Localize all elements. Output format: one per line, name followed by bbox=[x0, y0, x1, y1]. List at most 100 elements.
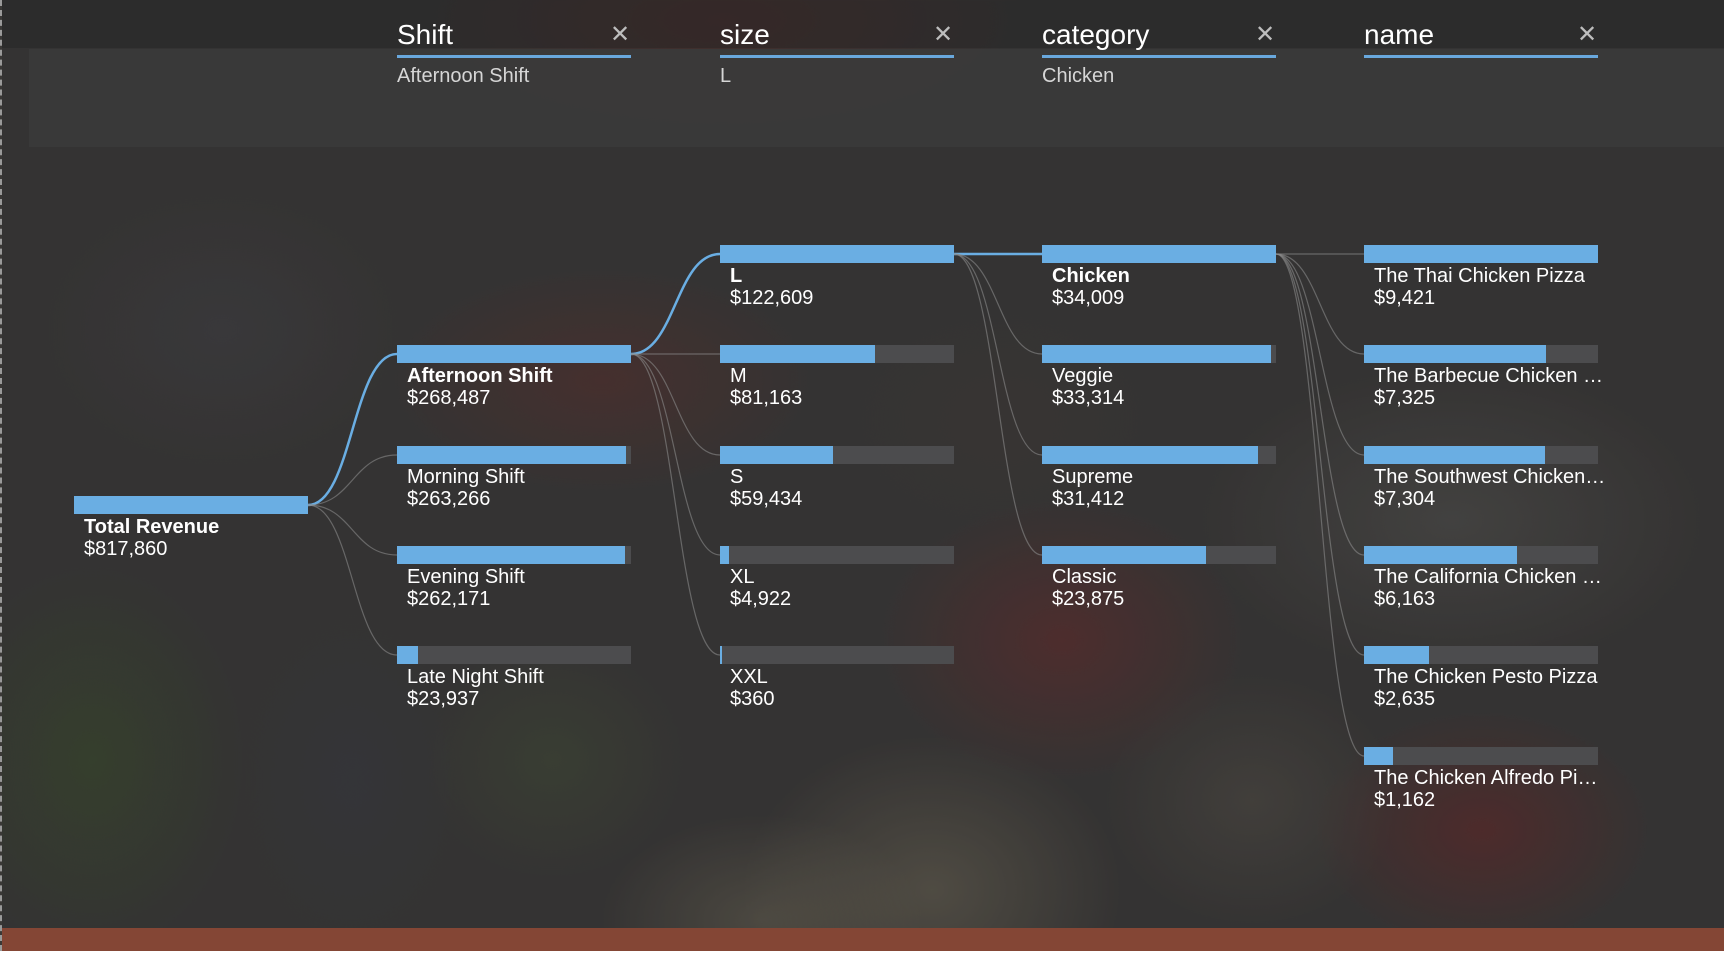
tree-node-root[interactable]: Total Revenue $817,860 bbox=[74, 496, 308, 566]
node-label: Supreme bbox=[1052, 466, 1134, 488]
node-label: The Southwest Chicken Pizza bbox=[1374, 466, 1606, 488]
bar-track bbox=[1364, 245, 1598, 263]
level-header-title: category bbox=[1042, 19, 1150, 50]
level-header-category[interactable]: category ✕ Chicken bbox=[1042, 0, 1276, 98]
connector bbox=[630, 353, 721, 556]
level-header-selection: L bbox=[720, 65, 732, 87]
bar-track bbox=[720, 245, 954, 263]
active-connector bbox=[307, 352, 398, 507]
node-value: $7,304 bbox=[1374, 488, 1436, 510]
tree-node-morning-shift[interactable]: Morning Shift $263,266 bbox=[397, 446, 631, 516]
level-header-title: Shift bbox=[397, 19, 454, 50]
node-label: Late Night Shift bbox=[407, 666, 544, 688]
node-value: $268,487 bbox=[407, 387, 491, 409]
bar-track bbox=[720, 646, 954, 664]
tree-node-category-chicken[interactable]: Chicken $34,009 bbox=[1042, 245, 1276, 315]
bar-track bbox=[1364, 345, 1598, 363]
tree-node-name-barbecue-chicken[interactable]: The Barbecue Chicken Pizza $7,325 bbox=[1364, 345, 1606, 415]
node-label: Morning Shift bbox=[407, 466, 525, 488]
tree-node-afternoon-shift[interactable]: Afternoon Shift $268,487 bbox=[397, 345, 631, 415]
close-icon[interactable]: ✕ bbox=[932, 23, 954, 47]
bar-fill bbox=[720, 646, 722, 664]
tree-node-category-classic[interactable]: Classic $23,875 bbox=[1042, 546, 1276, 616]
level-header-shift[interactable]: Shift ✕ Afternoon Shift bbox=[397, 0, 631, 98]
node-value: $2,635 bbox=[1374, 688, 1436, 710]
header-underline bbox=[720, 55, 954, 58]
tree-node-size-l[interactable]: L $122,609 bbox=[720, 245, 954, 315]
active-connector bbox=[630, 252, 721, 356]
node-value: $122,609 bbox=[730, 287, 814, 309]
bar-track bbox=[720, 345, 954, 363]
node-label: Chicken bbox=[1052, 265, 1130, 287]
node-value: $9,421 bbox=[1374, 287, 1436, 309]
background-bottom-strip bbox=[2, 928, 1724, 951]
tree-node-name-california-chicken[interactable]: The California Chicken Pizza $6,163 bbox=[1364, 546, 1606, 616]
bar-fill bbox=[1364, 345, 1546, 363]
tree-node-size-s[interactable]: S $59,434 bbox=[720, 446, 954, 516]
bar-fill bbox=[1042, 446, 1258, 464]
bar-fill bbox=[397, 646, 418, 664]
node-value: $817,860 bbox=[84, 538, 168, 560]
connector bbox=[1275, 253, 1365, 656]
level-header-name[interactable]: name ✕ bbox=[1364, 0, 1598, 98]
tree-node-name-southwest-chicken[interactable]: The Southwest Chicken Pizza $7,304 bbox=[1364, 446, 1606, 516]
header-underline bbox=[1364, 55, 1598, 58]
node-label: XL bbox=[730, 566, 755, 588]
bar-track bbox=[1364, 646, 1598, 664]
tree-node-size-m[interactable]: M $81,163 bbox=[720, 345, 954, 415]
bar-fill bbox=[720, 245, 954, 263]
bar-fill bbox=[720, 345, 875, 363]
bar-track bbox=[397, 446, 631, 464]
node-label: The Thai Chicken Pizza bbox=[1374, 265, 1585, 287]
bar-track bbox=[1042, 546, 1276, 564]
node-value: $59,434 bbox=[730, 488, 803, 510]
close-icon[interactable]: ✕ bbox=[1576, 23, 1598, 47]
node-value: $1,162 bbox=[1374, 789, 1436, 811]
node-value: $360 bbox=[730, 688, 775, 710]
level-header-selection: Afternoon Shift bbox=[397, 65, 530, 87]
node-label: M bbox=[730, 365, 747, 387]
close-icon[interactable]: ✕ bbox=[609, 23, 631, 47]
bar-track bbox=[1042, 245, 1276, 263]
node-label: Total Revenue bbox=[84, 516, 220, 538]
decomposition-tree-visual: Shift ✕ Afternoon Shift size ✕ L categor… bbox=[0, 0, 1724, 951]
level-header-size[interactable]: size ✕ L bbox=[720, 0, 954, 98]
connector bbox=[630, 353, 721, 656]
tree-node-name-chicken-pesto[interactable]: The Chicken Pesto Pizza $2,635 bbox=[1364, 646, 1598, 716]
bar-fill bbox=[1364, 747, 1393, 765]
connector bbox=[1275, 253, 1365, 757]
tree-node-name-chicken-alfredo[interactable]: The Chicken Alfredo Pizza $1,162 bbox=[1364, 747, 1606, 817]
close-icon[interactable]: ✕ bbox=[1254, 23, 1276, 47]
bar-track bbox=[74, 496, 308, 514]
bar-fill bbox=[397, 345, 631, 363]
bar-track bbox=[1042, 446, 1276, 464]
tree-node-size-xxl[interactable]: XXL $360 bbox=[720, 646, 954, 716]
tree-node-name-thai-chicken[interactable]: The Thai Chicken Pizza $9,421 bbox=[1364, 245, 1598, 315]
connector bbox=[953, 253, 1043, 355]
tree-node-category-supreme[interactable]: Supreme $31,412 bbox=[1042, 446, 1276, 516]
tree-node-late-night-shift[interactable]: Late Night Shift $23,937 bbox=[397, 646, 631, 716]
node-value: $23,875 bbox=[1052, 588, 1125, 610]
header-underline bbox=[1042, 55, 1276, 58]
bar-track bbox=[1364, 546, 1598, 564]
tree-node-evening-shift[interactable]: Evening Shift $262,171 bbox=[397, 546, 631, 616]
connector bbox=[307, 504, 398, 556]
bar-fill bbox=[720, 446, 833, 464]
bar-track bbox=[1364, 446, 1598, 464]
node-value: $262,171 bbox=[407, 588, 491, 610]
node-label: The California Chicken Pizza bbox=[1374, 566, 1606, 588]
node-label: XXL bbox=[730, 666, 768, 688]
tree-node-size-xl[interactable]: XL $4,922 bbox=[720, 546, 954, 616]
node-label: The Chicken Alfredo Pizza bbox=[1374, 767, 1606, 789]
connector bbox=[307, 504, 398, 656]
bar-track bbox=[397, 646, 631, 664]
bar-fill bbox=[1364, 446, 1545, 464]
connector bbox=[1275, 253, 1365, 556]
bar-fill bbox=[74, 496, 308, 514]
bar-fill bbox=[1042, 546, 1206, 564]
tree-node-category-veggie[interactable]: Veggie $33,314 bbox=[1042, 345, 1276, 415]
bar-track bbox=[1364, 747, 1598, 765]
header-underline bbox=[397, 55, 631, 58]
bar-fill bbox=[397, 446, 626, 464]
node-value: $34,009 bbox=[1052, 287, 1125, 309]
